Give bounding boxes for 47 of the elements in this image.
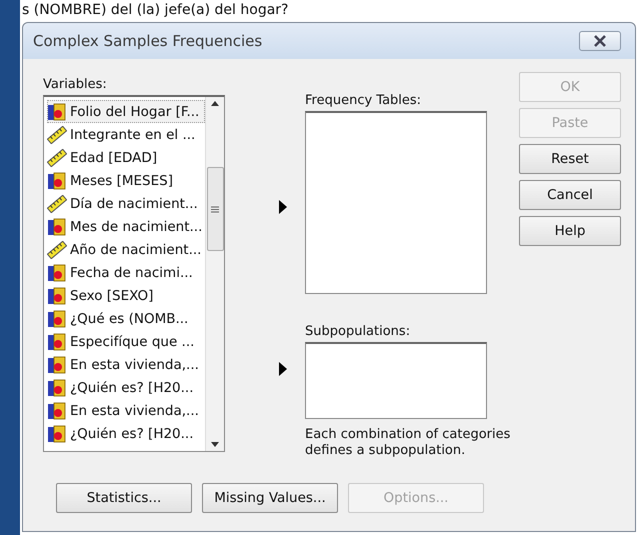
nominal-variable-icon [47, 378, 67, 396]
subpopulations-note: Each combination of categories defines a subpopulation. [305, 427, 512, 460]
variable-item[interactable]: Año de nacimient... [47, 238, 205, 261]
subpopulations-label: Subpopulations: [305, 324, 412, 339]
variable-item[interactable]: Fecha de nacimi... [47, 261, 205, 284]
dialog-button[interactable]: Missing Values... [202, 483, 338, 513]
variable-item[interactable]: Día de nacimient... [47, 192, 205, 215]
close-button[interactable] [579, 31, 621, 51]
variable-item[interactable]: Meses [MESES] [47, 169, 205, 192]
move-right-arrow-icon[interactable] [278, 199, 288, 215]
subpopulations-list[interactable] [305, 342, 487, 419]
dialog-button[interactable]: Help [519, 216, 621, 246]
nominal-variable-icon [47, 310, 67, 328]
window-title: Complex Samples Frequencies [33, 32, 262, 50]
frequency-tables-list[interactable] [305, 111, 487, 294]
grip-icon [211, 206, 219, 212]
close-icon [593, 35, 607, 47]
dialog-button[interactable]: Reset [519, 144, 621, 174]
variable-item[interactable]: Sexo [SEXO] [47, 284, 205, 307]
move-right-arrow-icon[interactable] [278, 361, 288, 377]
nominal-variable-icon [47, 332, 67, 350]
variable-item[interactable]: Edad [EDAD] [47, 146, 205, 169]
nominal-variable-icon [47, 218, 67, 236]
nominal-variable-icon [47, 402, 67, 420]
variable-item[interactable]: Folio del Hogar [F... [47, 100, 205, 123]
nominal-variable-icon [47, 172, 67, 190]
variable-item[interactable]: ¿Quién es? [H20... [47, 422, 205, 445]
variable-item[interactable]: ¿Quién es? [H20... [47, 376, 205, 399]
dialog-button[interactable]: Statistics... [56, 483, 192, 513]
nominal-variable-icon [47, 264, 67, 282]
nominal-variable-icon [47, 356, 67, 374]
dialog-button[interactable]: Cancel [519, 180, 621, 210]
scroll-down-icon[interactable] [211, 442, 219, 447]
variable-item[interactable]: En esta vivienda,... [47, 399, 205, 422]
variable-item[interactable]: ¿Qué es (NOMB... [47, 307, 205, 330]
variable-item[interactable]: Mes de nacimient... [47, 215, 205, 238]
variable-item[interactable]: Integrante en el ... [47, 123, 205, 146]
nominal-variable-icon [47, 424, 67, 442]
frequency-tables-label: Frequency Tables: [305, 93, 422, 108]
variables-label: Variables: [43, 77, 108, 92]
variable-item[interactable]: Especifíque que ... [47, 330, 205, 353]
question-text: s (NOMBRE) del (la) jefe(a) del hogar? [22, 2, 288, 19]
variable-item[interactable]: En esta vivienda,... [47, 353, 205, 376]
scrollbar[interactable] [205, 97, 224, 451]
nominal-variable-icon [47, 286, 67, 304]
scroll-up-icon[interactable] [211, 101, 219, 106]
nominal-variable-icon [47, 102, 67, 120]
